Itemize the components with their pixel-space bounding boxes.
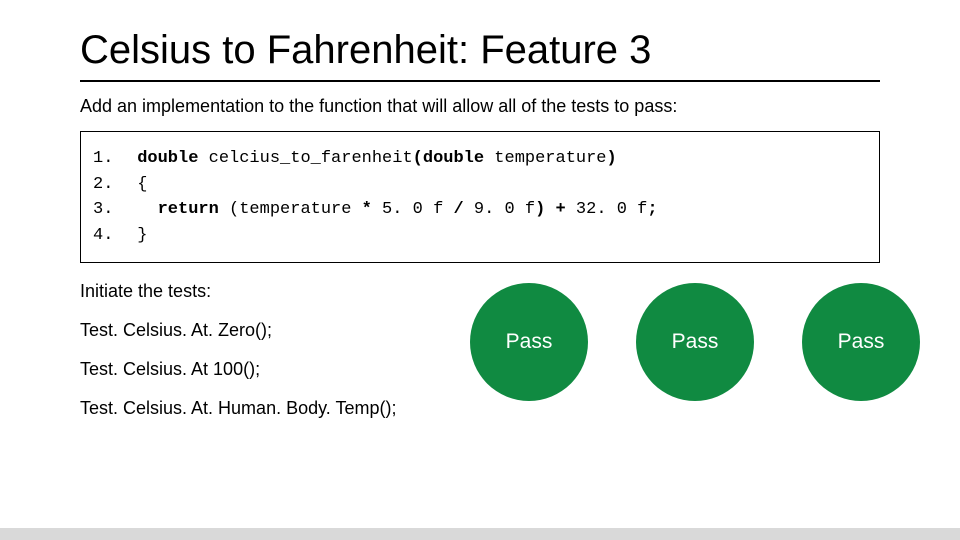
test-call: Test. Celsius. At. Human. Body. Temp(); — [80, 398, 460, 419]
results-row: Pass Pass Pass — [460, 283, 920, 401]
title-underline — [80, 80, 880, 82]
footer-bar — [0, 528, 960, 540]
code-line: 4. } — [93, 223, 867, 249]
slide-title: Celsius to Fahrenheit: Feature 3 — [80, 28, 880, 72]
pass-badge: Pass — [470, 283, 588, 401]
code-line: 2. { — [93, 172, 867, 198]
code-block: 1. double celcius_to_farenheit(double te… — [80, 131, 880, 263]
slide-subtitle: Add an implementation to the function th… — [80, 96, 880, 117]
test-call: Test. Celsius. At 100(); — [80, 359, 460, 380]
code-line: 1. double celcius_to_farenheit(double te… — [93, 146, 867, 172]
tests-label: Initiate the tests: — [80, 281, 460, 302]
test-call: Test. Celsius. At. Zero(); — [80, 320, 460, 341]
pass-badge: Pass — [802, 283, 920, 401]
pass-badge: Pass — [636, 283, 754, 401]
code-line: 3. return (temperature * 5. 0 f / 9. 0 f… — [93, 197, 867, 223]
